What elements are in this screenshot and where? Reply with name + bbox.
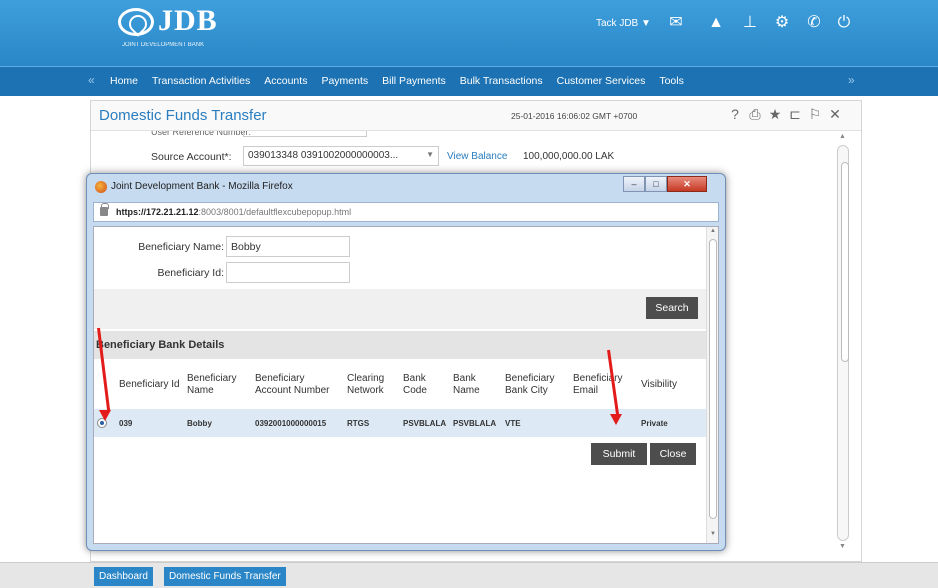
search-button[interactable]: Search — [646, 297, 698, 319]
power-icon[interactable]: ⏻ — [834, 13, 854, 33]
beneficiary-id-label: Beneficiary Id: — [157, 267, 224, 279]
footer-tab-domestic-funds-transfer[interactable]: Domestic Funds Transfer — [164, 567, 286, 586]
search-strip — [94, 289, 706, 329]
section-title: Beneficiary Bank Details — [94, 331, 706, 359]
popup-title: Joint Development Bank - Mozilla Firefox — [111, 181, 293, 192]
beneficiary-id-input[interactable] — [226, 262, 350, 283]
close-icon[interactable]: ✕ — [827, 106, 843, 123]
user-menu[interactable]: Tack JDB ▼ — [596, 18, 651, 29]
submit-button[interactable]: Submit — [591, 443, 647, 465]
url-bar[interactable]: https://172.21.21.12:8003/8001/defaultfl… — [93, 202, 719, 222]
nav-left-arrow-icon[interactable]: « — [88, 73, 95, 87]
column-header: Beneficiary Id — [119, 379, 180, 390]
nav-items: Home Transaction Activities Accounts Pay… — [110, 75, 684, 87]
maximize-icon[interactable]: □ — [645, 176, 667, 192]
footer-tab-dashboard[interactable]: Dashboard — [94, 567, 153, 586]
nav-item-home[interactable]: Home — [110, 75, 138, 87]
alert-icon[interactable]: ▲ — [706, 13, 726, 33]
minimize-icon[interactable]: – — [623, 176, 645, 192]
column-header: Beneficiary Bank City — [505, 373, 555, 396]
view-balance-link[interactable]: View Balance — [447, 151, 507, 162]
window-controls: – □ ✕ — [623, 176, 707, 192]
table-cell: Private — [638, 409, 706, 437]
lock-icon — [100, 203, 109, 216]
page-scrollbar[interactable]: ▲ ▼ — [833, 133, 853, 553]
popup-scrollbar[interactable]: ▲ ▼ — [706, 227, 718, 543]
page-header: Domestic Funds Transfer 25-01-2016 16:06… — [91, 101, 861, 131]
popup-titlebar[interactable]: Joint Development Bank - Mozilla Firefox… — [87, 174, 725, 200]
url-text: https://172.21.21.12:8003/8001/defaultfl… — [116, 207, 351, 217]
scroll-track — [837, 145, 849, 541]
close-button[interactable]: Close — [650, 443, 696, 465]
scroll-up-arrow-icon[interactable]: ▲ — [839, 133, 846, 140]
url-host: https://172.21.21.12 — [116, 207, 199, 217]
popup-content: Beneficiary Name: Beneficiary Id: Search… — [93, 226, 719, 544]
table-cell — [570, 409, 638, 437]
table-cell: 039 — [116, 409, 184, 437]
column-header: Bank Code — [403, 373, 427, 396]
mail-icon[interactable]: ✉ — [666, 13, 686, 33]
table-cell: PSVBLALA — [400, 409, 450, 437]
gear-icon[interactable]: ⚙ — [772, 13, 792, 33]
table-cell: Bobby — [184, 409, 252, 437]
logo-subtitle: JOINT DEVELOPMENT BANK — [122, 42, 205, 48]
nav-right-arrow-icon[interactable]: » — [848, 73, 855, 87]
bookmark-icon[interactable]: ⊏ — [787, 106, 803, 123]
footer-bar: Dashboard Domestic Funds Transfer — [0, 562, 938, 588]
column-header: Beneficiary Email — [573, 373, 623, 396]
help-icon[interactable]: ? — [727, 106, 743, 122]
table-cell: VTE — [502, 409, 570, 437]
phone-icon[interactable]: ✆ — [804, 13, 824, 33]
column-header: Clearing Network — [347, 373, 385, 396]
top-header: JDB JOINT DEVELOPMENT BANK Tack JDB ▼ ✉ … — [0, 0, 938, 66]
table-cell: RTGS — [344, 409, 400, 437]
scroll-up-arrow-icon[interactable]: ▲ — [710, 228, 716, 234]
balance-value: 100,000,000.00 LAK — [523, 151, 615, 162]
page-timestamp: 25-01-2016 16:06:02 GMT +0700 — [511, 111, 638, 121]
user-menu-label: Tack JDB — [596, 18, 639, 29]
chevron-down-icon: ▼ — [641, 18, 651, 29]
column-header: Beneficiary Account Number — [255, 373, 330, 396]
scroll-down-arrow-icon[interactable]: ▼ — [839, 543, 846, 550]
logo-text: JDB — [158, 4, 218, 37]
url-path: :8003/8001/defaultflexcubepopup.html — [198, 207, 352, 217]
user-reference-input[interactable] — [243, 131, 367, 137]
table-cell: PSVBLALA — [450, 409, 502, 437]
beneficiary-name-label: Beneficiary Name: — [138, 241, 224, 253]
beneficiary-popup-window: Joint Development Bank - Mozilla Firefox… — [86, 173, 726, 551]
print-icon[interactable]: ⎙ — [747, 106, 763, 123]
annotation-arrow-submit-head — [610, 414, 622, 425]
star-icon[interactable]: ★ — [767, 106, 783, 123]
nav-item-bill-payments[interactable]: Bill Payments — [382, 75, 446, 87]
column-header: Bank Name — [453, 373, 480, 396]
nav-item-payments[interactable]: Payments — [321, 75, 368, 87]
lotus-logo-icon — [118, 8, 154, 36]
main-nav: « Home Transaction Activities Accounts P… — [0, 66, 938, 96]
nav-item-customer-services[interactable]: Customer Services — [557, 75, 646, 87]
chevron-down-icon: ▼ — [426, 150, 434, 159]
flag-icon[interactable]: ⚐ — [807, 106, 823, 123]
column-header: Visibility — [641, 379, 677, 390]
nav-item-accounts[interactable]: Accounts — [264, 75, 307, 87]
nav-item-transaction-activities[interactable]: Transaction Activities — [152, 75, 250, 87]
nav-item-bulk-transactions[interactable]: Bulk Transactions — [460, 75, 543, 87]
source-account-value: 039013348 0391002000000003... — [248, 150, 399, 161]
firefox-icon — [95, 181, 107, 193]
source-account-select[interactable]: 039013348 0391002000000003... ▼ — [243, 146, 439, 166]
table-cell: 0392001000000015 — [252, 409, 344, 437]
window-close-icon[interactable]: ✕ — [667, 176, 707, 192]
scroll-down-arrow-icon[interactable]: ▼ — [710, 531, 716, 537]
source-account-label: Source Account*: — [151, 151, 232, 163]
sitemap-icon[interactable]: ⊥ — [740, 13, 760, 33]
nav-item-tools[interactable]: Tools — [659, 75, 684, 87]
beneficiary-name-input[interactable] — [226, 236, 350, 257]
column-header: Beneficiary Name — [187, 373, 237, 396]
scroll-thumb[interactable] — [841, 162, 849, 362]
annotation-arrow-radio-head — [99, 410, 111, 421]
page-title: Domestic Funds Transfer — [99, 107, 267, 124]
scroll-thumb[interactable] — [709, 239, 717, 519]
